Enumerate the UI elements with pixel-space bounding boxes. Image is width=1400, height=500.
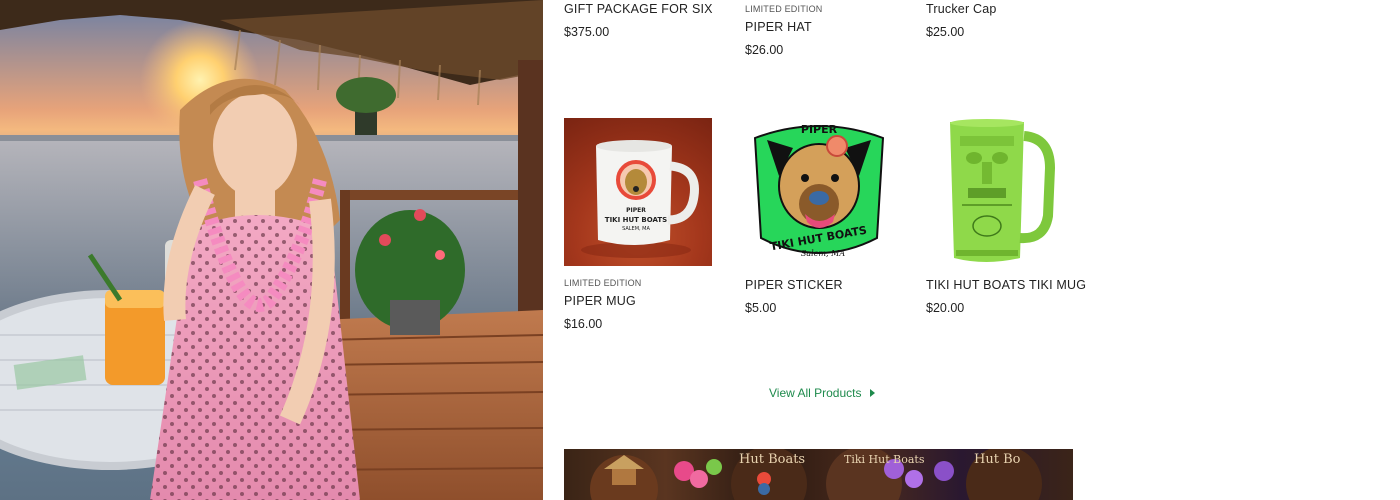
product-piper-mug[interactable]: PIPER TIKI HUT BOATS SALEM, MA LIMITED E… bbox=[564, 118, 734, 331]
product-price: $26.00 bbox=[745, 43, 784, 57]
hero-photo bbox=[0, 0, 543, 500]
product-title[interactable]: PIPER HAT bbox=[745, 20, 915, 34]
sticker-illustration: PIPER TIKI HUT BOATS Salem, MA bbox=[753, 123, 885, 258]
edition-badge: LIMITED EDITION bbox=[564, 278, 642, 288]
sticker-text-1: PIPER bbox=[801, 123, 838, 136]
product-title[interactable]: Trucker Cap bbox=[926, 2, 1096, 16]
tiki-mug-illustration bbox=[950, 119, 1056, 262]
dog-sticker-image[interactable]: PIPER TIKI HUT BOATS Salem, MA bbox=[745, 118, 893, 266]
caret-right-icon bbox=[869, 389, 875, 397]
sticker-text-3: Salem, MA bbox=[801, 249, 845, 258]
product-price: $375.00 bbox=[564, 25, 610, 39]
product-title[interactable]: GIFT PACKAGE FOR SIX bbox=[564, 2, 734, 16]
hero-photo-illustration bbox=[0, 0, 543, 500]
product-trucker-cap[interactable]: Trucker Cap $25.00 bbox=[926, 2, 1096, 39]
product-piper-hat[interactable]: LIMITED EDITION PIPER HAT $26.00 bbox=[745, 4, 915, 57]
green-tiki-mug-image[interactable] bbox=[926, 118, 1074, 266]
product-piper-sticker[interactable]: PIPER TIKI HUT BOATS Salem, MA PIPER STI… bbox=[745, 118, 915, 315]
banner-text-1: Hut Boats bbox=[739, 452, 805, 467]
product-price: $20.00 bbox=[926, 301, 965, 315]
banner-text-3: Hut Bo bbox=[974, 452, 1021, 467]
product-price: $16.00 bbox=[564, 317, 603, 331]
product-title[interactable]: PIPER STICKER bbox=[745, 278, 915, 292]
product-gift-package[interactable]: GIFT PACKAGE FOR SIX $375.00 bbox=[564, 2, 734, 39]
view-all-products-link[interactable]: View All Products bbox=[769, 386, 875, 400]
view-all-label[interactable]: View All Products bbox=[769, 386, 862, 400]
banner-illustration: Hut Boats Tiki Hut Boats Hut Bo bbox=[590, 449, 1042, 500]
mug-text-3: SALEM, MA bbox=[622, 226, 650, 232]
product-tiki-mug[interactable]: TIKI HUT BOATS TIKI MUG $20.00 bbox=[926, 118, 1096, 315]
product-title[interactable]: TIKI HUT BOATS TIKI MUG bbox=[926, 278, 1096, 292]
mug-text-2: TIKI HUT BOATS bbox=[605, 216, 667, 224]
banner-text-2: Tiki Hut Boats bbox=[844, 453, 925, 466]
promo-banner[interactable]: Hut Boats Tiki Hut Boats Hut Bo bbox=[564, 449, 1073, 500]
product-title[interactable]: PIPER MUG bbox=[564, 294, 734, 308]
mug-text-1: PIPER bbox=[626, 207, 646, 214]
white-mug-image[interactable]: PIPER TIKI HUT BOATS SALEM, MA bbox=[564, 118, 712, 266]
product-price: $5.00 bbox=[745, 301, 777, 315]
edition-badge: LIMITED EDITION bbox=[745, 4, 823, 14]
mug-illustration: PIPER TIKI HUT BOATS SALEM, MA bbox=[581, 140, 699, 258]
product-price: $25.00 bbox=[926, 25, 965, 39]
